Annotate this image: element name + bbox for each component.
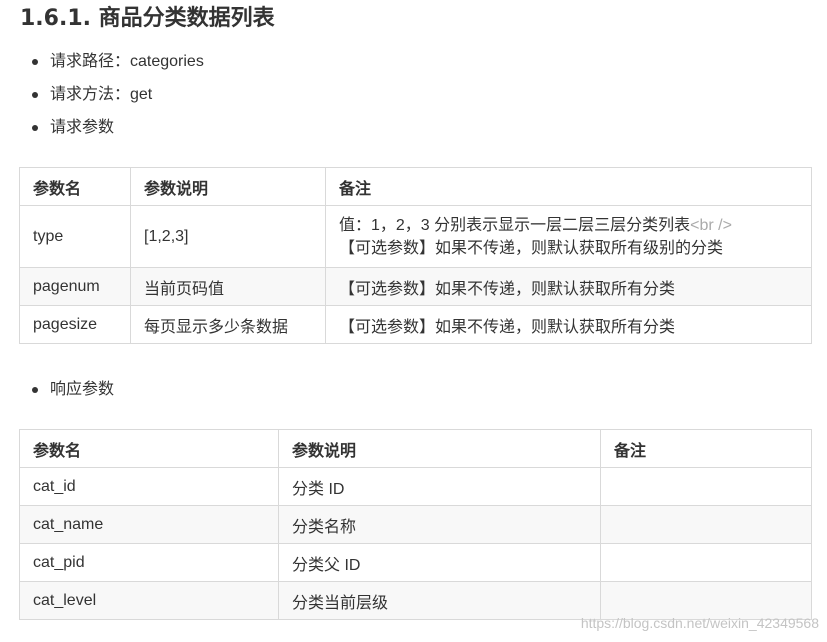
param-note (600, 543, 812, 582)
param-note (600, 467, 812, 506)
request-params-table: 参数名 参数说明 备注 type [1,2,3] 值：1，2，3 分别表示显示一… (19, 167, 812, 344)
list-item: 请求参数 (30, 118, 204, 151)
param-note: 【可选参数】如果不传递，则默认获取所有分类 (325, 305, 812, 344)
column-header: 参数说明 (278, 429, 601, 468)
table-row: pagenum 当前页码值 【可选参数】如果不传递，则默认获取所有分类 (19, 267, 812, 306)
param-name: pagesize (19, 305, 131, 344)
param-desc: 分类当前层级 (278, 581, 601, 620)
page-title: 1.6.1. 商品分类数据列表 (20, 6, 275, 31)
param-note (600, 505, 812, 544)
param-note: 【可选参数】如果不传递，则默认获取所有分类 (325, 267, 812, 306)
table-row: pagesize 每页显示多少条数据 【可选参数】如果不传递，则默认获取所有分类 (19, 305, 812, 344)
bullet-icon (32, 387, 38, 393)
table-header-row: 参数名 参数说明 备注 (19, 167, 812, 206)
param-desc: 分类名称 (278, 505, 601, 544)
response-params-table: 参数名 参数说明 备注 cat_id 分类 ID cat_name 分类名称 c… (19, 429, 812, 620)
param-name: cat_level (19, 581, 279, 620)
column-header: 备注 (325, 167, 812, 206)
bullet-icon (32, 125, 38, 131)
param-note (600, 581, 812, 620)
table-row: cat_id 分类 ID (19, 467, 812, 506)
response-params-label: 响应参数 (50, 381, 115, 398)
param-note: 值：1，2，3 分别表示显示一层二层三层分类列表<br /> 【可选参数】如果不… (325, 205, 812, 268)
param-desc: 分类父 ID (278, 543, 601, 582)
list-item: 请求路径：categories (30, 52, 204, 85)
param-desc: 分类 ID (278, 467, 601, 506)
request-path: 请求路径：categories (50, 53, 204, 70)
param-name: cat_id (19, 467, 279, 506)
column-header: 参数名 (19, 429, 279, 468)
table-row: type [1,2,3] 值：1，2，3 分别表示显示一层二层三层分类列表<br… (19, 205, 812, 268)
bullet-icon (32, 59, 38, 65)
note-text: 值：1，2，3 分别表示显示一层二层三层分类列表 (339, 216, 691, 234)
param-desc: 当前页码值 (130, 267, 326, 306)
param-name: cat_name (19, 505, 279, 544)
param-desc: 每页显示多少条数据 (130, 305, 326, 344)
br-tag-text: <br /> (690, 216, 732, 234)
bullet-icon (32, 92, 38, 98)
param-name: cat_pid (19, 543, 279, 582)
request-info-list: 请求路径：categories 请求方法：get 请求参数 (30, 52, 204, 151)
response-info-list: 响应参数 (30, 380, 114, 413)
column-header: 备注 (600, 429, 812, 468)
column-header: 参数说明 (130, 167, 326, 206)
column-header: 参数名 (19, 167, 131, 206)
table-header-row: 参数名 参数说明 备注 (19, 429, 812, 468)
table-row: cat_pid 分类父 ID (19, 543, 812, 582)
note-text: 【可选参数】如果不传递，则默认获取所有级别的分类 (339, 239, 724, 257)
table-row: cat_level 分类当前层级 (19, 581, 812, 620)
list-item: 响应参数 (30, 380, 114, 413)
param-name: pagenum (19, 267, 131, 306)
request-method: 请求方法：get (50, 86, 153, 103)
request-params-label: 请求参数 (50, 119, 115, 136)
param-desc: [1,2,3] (130, 205, 326, 268)
list-item: 请求方法：get (30, 85, 204, 118)
param-name: type (19, 205, 131, 268)
table-row: cat_name 分类名称 (19, 505, 812, 544)
watermark: https://blog.csdn.net/weixin_42349568 (580, 615, 819, 631)
